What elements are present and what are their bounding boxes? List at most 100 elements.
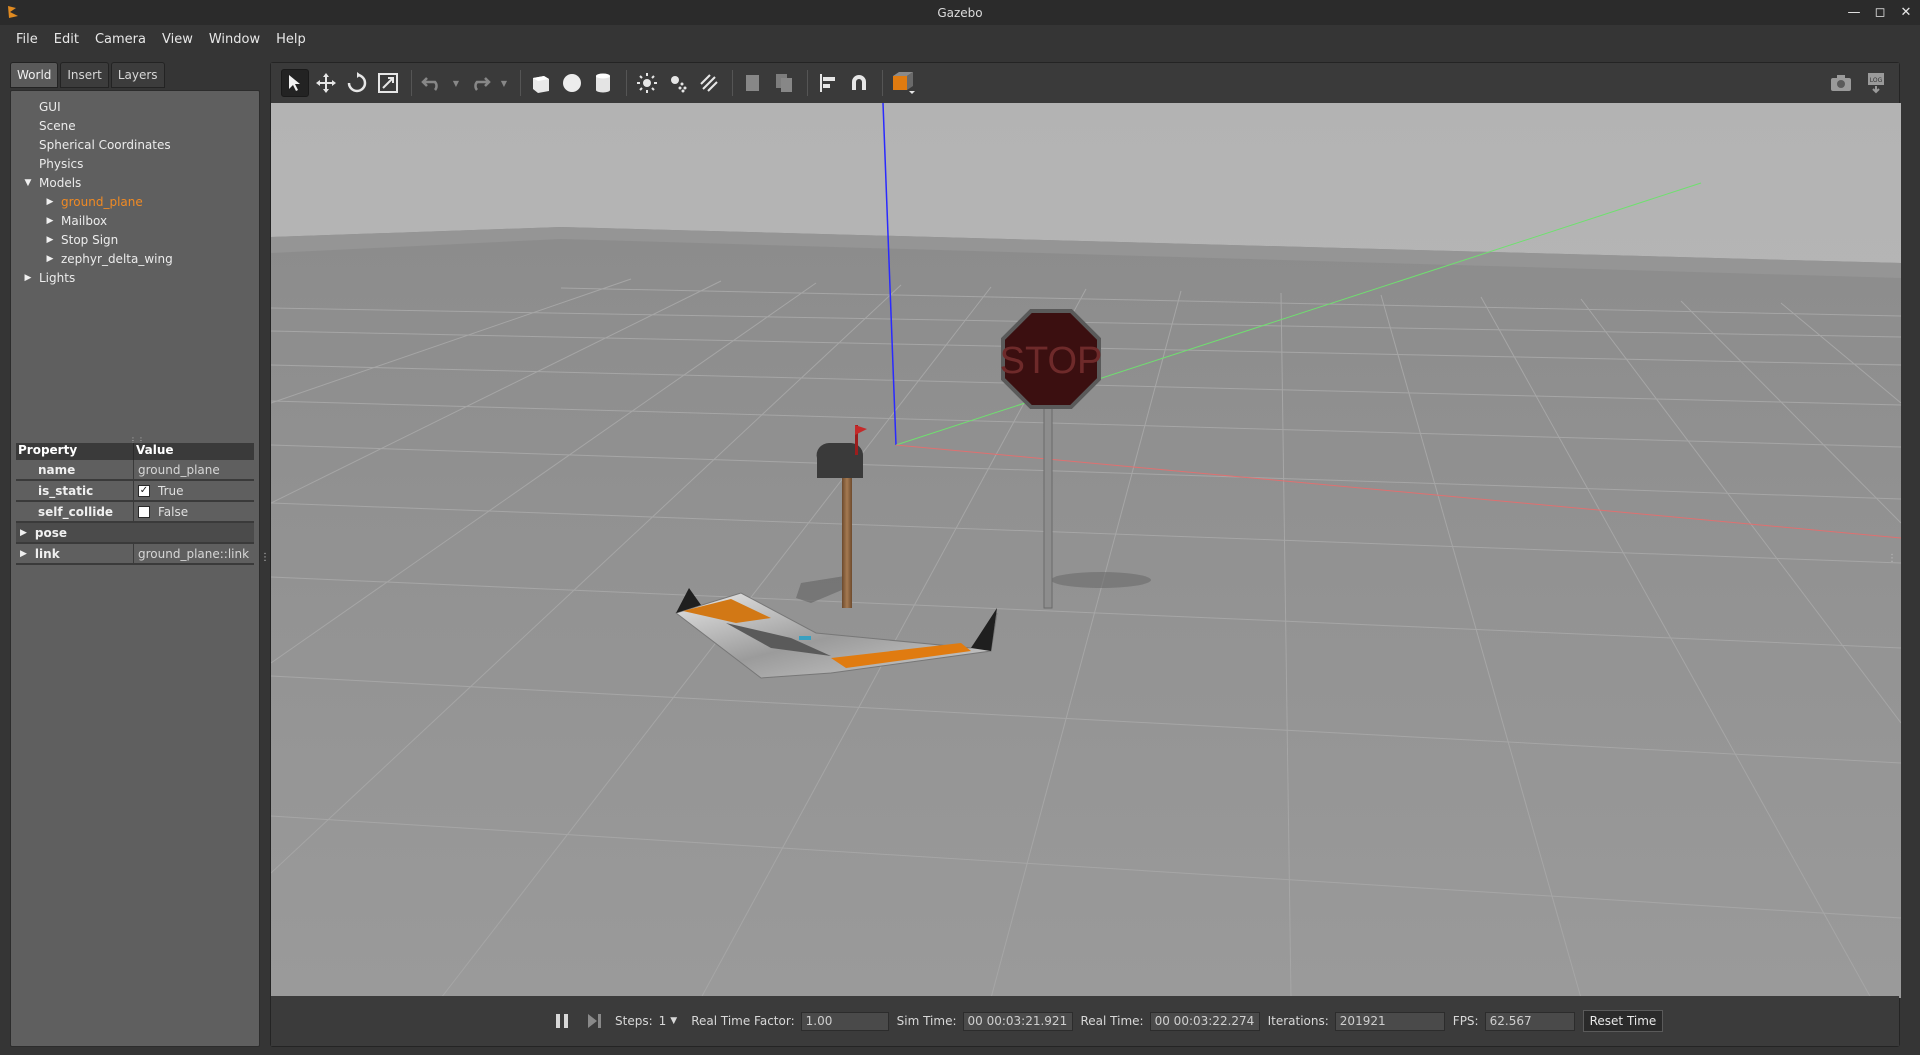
iterations-label: Iterations: bbox=[1267, 1014, 1329, 1028]
property-value: ground_plane bbox=[138, 462, 220, 477]
tree-item-gui[interactable]: GUI bbox=[11, 97, 259, 116]
select-mode-icon[interactable] bbox=[281, 69, 309, 97]
property-row-self-collide: self_collide False bbox=[16, 502, 254, 523]
tab-insert[interactable]: Insert bbox=[60, 62, 109, 88]
property-label: is_static bbox=[16, 481, 134, 500]
property-label: self_collide bbox=[16, 502, 134, 521]
left-panel-resize-handle[interactable]: ⋮ bbox=[260, 552, 270, 563]
property-value: ground_plane::link bbox=[138, 546, 250, 561]
steps-dropdown-icon[interactable]: ▼ bbox=[670, 1016, 677, 1026]
tree-item-label: ground_plane bbox=[61, 194, 143, 209]
menu-file[interactable]: File bbox=[8, 32, 46, 47]
tree-item-label: Stop Sign bbox=[61, 232, 119, 247]
fps-label: FPS: bbox=[1452, 1014, 1479, 1028]
property-table: Property Value name ground_plane is_stat… bbox=[16, 443, 254, 565]
tree-item-scene[interactable]: Scene bbox=[11, 116, 259, 135]
directional-light-icon[interactable] bbox=[695, 69, 723, 97]
translate-mode-icon[interactable] bbox=[312, 69, 340, 97]
spot-light-icon[interactable] bbox=[664, 69, 692, 97]
collapsed-arrow-icon[interactable]: ▶ bbox=[23, 273, 33, 283]
undo-history-dropdown-icon[interactable]: ▼ bbox=[449, 69, 463, 97]
property-table-header: Property Value bbox=[16, 443, 254, 460]
step-forward-icon[interactable] bbox=[583, 1010, 605, 1032]
3d-scene-viewport[interactable]: STOP bbox=[271, 103, 1901, 998]
point-light-icon[interactable] bbox=[633, 69, 661, 97]
collapsed-arrow-icon[interactable]: ▶ bbox=[45, 216, 55, 226]
property-value: False bbox=[158, 504, 189, 519]
steps-value[interactable]: 1 bbox=[659, 1014, 667, 1028]
tree-item-spherical-coordinates[interactable]: Spherical Coordinates bbox=[11, 135, 259, 154]
menu-view[interactable]: View bbox=[154, 32, 201, 47]
menu-camera[interactable]: Camera bbox=[87, 32, 154, 47]
align-icon[interactable] bbox=[814, 69, 842, 97]
sim-time-label: Sim Time: bbox=[896, 1014, 957, 1028]
menu-window[interactable]: Window bbox=[201, 32, 268, 47]
snap-magnet-icon[interactable] bbox=[845, 69, 873, 97]
redo-icon[interactable] bbox=[466, 69, 494, 97]
stop-sign-text: STOP bbox=[1000, 340, 1103, 382]
tab-layers[interactable]: Layers bbox=[110, 62, 165, 88]
copy-icon[interactable] bbox=[739, 69, 767, 97]
tab-world[interactable]: World bbox=[10, 62, 59, 88]
property-value: True bbox=[158, 483, 184, 498]
toolbar-separator bbox=[807, 70, 808, 96]
pause-icon[interactable] bbox=[551, 1010, 573, 1032]
log-data-icon[interactable]: LOG bbox=[1862, 69, 1890, 97]
self-collide-checkbox[interactable] bbox=[138, 505, 150, 518]
tree-item-label: GUI bbox=[39, 99, 61, 114]
tree-item-label: Spherical Coordinates bbox=[39, 137, 171, 152]
tree-item-label: Scene bbox=[39, 118, 76, 133]
redo-history-dropdown-icon[interactable]: ▼ bbox=[497, 69, 511, 97]
stop-sign-shadow bbox=[1051, 572, 1151, 588]
svg-text:LOG: LOG bbox=[1870, 77, 1883, 84]
collapsed-arrow-icon[interactable]: ▶ bbox=[20, 549, 27, 559]
collapsed-arrow-icon[interactable]: ▶ bbox=[45, 254, 55, 264]
undo-icon[interactable] bbox=[418, 69, 446, 97]
tree-item-zephyr-delta-wing[interactable]: ▶ zephyr_delta_wing bbox=[11, 249, 259, 268]
view-angle-icon[interactable] bbox=[889, 69, 917, 97]
left-panel: World Insert Layers GUI Scene Spherical … bbox=[10, 62, 270, 1047]
real-time-label: Real Time: bbox=[1080, 1014, 1144, 1028]
box-shape-icon[interactable] bbox=[527, 69, 555, 97]
gazebo-app-icon bbox=[6, 4, 20, 23]
world-panel: GUI Scene Spherical Coordinates Physics … bbox=[10, 90, 260, 1047]
tree-item-models[interactable]: ▼ Models bbox=[11, 173, 259, 192]
cylinder-shape-icon[interactable] bbox=[589, 69, 617, 97]
close-icon[interactable]: ✕ bbox=[1898, 3, 1914, 21]
property-row-link[interactable]: ▶ link ground_plane::link bbox=[16, 544, 254, 565]
rotate-mode-icon[interactable] bbox=[343, 69, 371, 97]
real-time-value: 00 00:03:22.274 bbox=[1149, 1011, 1260, 1031]
tree-item-mailbox[interactable]: ▶ Mailbox bbox=[11, 211, 259, 230]
expanded-arrow-icon[interactable]: ▼ bbox=[23, 178, 33, 188]
collapsed-arrow-icon[interactable]: ▶ bbox=[45, 235, 55, 245]
right-panel-resize-handle[interactable]: ⋮ bbox=[1887, 553, 1897, 564]
maximize-icon[interactable]: ◻ bbox=[1872, 3, 1888, 21]
menu-edit[interactable]: Edit bbox=[46, 32, 87, 47]
tree-item-label: Physics bbox=[39, 156, 84, 171]
screenshot-camera-icon[interactable] bbox=[1827, 69, 1855, 97]
scale-mode-icon[interactable] bbox=[374, 69, 402, 97]
property-column-header: Property bbox=[16, 443, 134, 460]
collapsed-arrow-icon[interactable]: ▶ bbox=[20, 528, 27, 538]
property-row-pose[interactable]: ▶ pose bbox=[16, 523, 254, 544]
tree-item-physics[interactable]: Physics bbox=[11, 154, 259, 173]
real-time-factor-value: 1.00 bbox=[800, 1011, 889, 1031]
reset-time-button[interactable]: Reset Time bbox=[1582, 1010, 1664, 1032]
toolbar-separator bbox=[882, 70, 883, 96]
window-title: Gazebo bbox=[937, 5, 983, 20]
toolbar-separator bbox=[411, 70, 412, 96]
sim-time-value: 00 00:03:21.921 bbox=[962, 1011, 1073, 1031]
collapsed-arrow-icon[interactable]: ▶ bbox=[45, 197, 55, 207]
property-label: link bbox=[34, 546, 60, 561]
menu-help[interactable]: Help bbox=[268, 32, 314, 47]
tree-item-label: Lights bbox=[39, 270, 76, 285]
real-time-factor-label: Real Time Factor: bbox=[691, 1014, 795, 1028]
paste-icon[interactable] bbox=[770, 69, 798, 97]
minimize-icon[interactable]: — bbox=[1846, 3, 1862, 21]
is-static-checkbox[interactable]: ✓ bbox=[138, 484, 150, 497]
sphere-shape-icon[interactable] bbox=[558, 69, 586, 97]
tree-item-stop-sign[interactable]: ▶ Stop Sign bbox=[11, 230, 259, 249]
tree-item-ground-plane[interactable]: ▶ ground_plane bbox=[11, 192, 259, 211]
tree-item-lights[interactable]: ▶ Lights bbox=[11, 268, 259, 287]
left-panel-tabs: World Insert Layers bbox=[10, 62, 260, 90]
